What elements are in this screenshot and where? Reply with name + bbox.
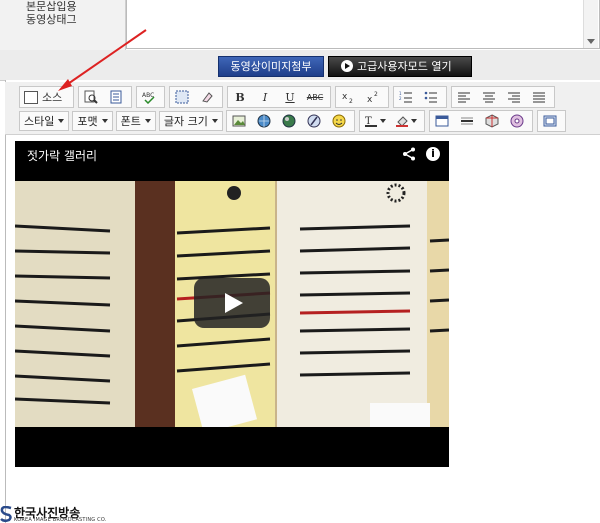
style-dropdown[interactable]: 스타일 (19, 111, 70, 131)
toolbar-group-align (451, 86, 555, 108)
text-color-icon[interactable]: T (361, 110, 389, 132)
toolbar-row-2: 스타일 포맷 폰트 글자 크기 T (19, 110, 570, 132)
background-color-icon[interactable] (392, 110, 420, 132)
chevron-down-icon (58, 119, 65, 123)
format-dropdown-label: 포맷 (77, 115, 98, 128)
smiley-icon[interactable] (328, 110, 350, 132)
textarea-scrollbar[interactable] (583, 0, 598, 48)
strikethrough-icon[interactable]: ABC (304, 86, 326, 108)
broadcaster-logo: 한국사진방송 KOREA IMAGE BROADCASTING CO. (0, 504, 120, 523)
toolbar-group-script: x2 x2 (335, 86, 389, 108)
info-icon[interactable]: i (426, 147, 440, 161)
subscript-icon[interactable]: x2 (337, 86, 359, 108)
bulleted-list-icon[interactable] (420, 86, 442, 108)
chevron-down-icon (144, 119, 151, 123)
font-dropdown-label: 폰트 (120, 115, 141, 128)
italic-icon[interactable]: I (254, 86, 276, 108)
globe-video-icon[interactable] (253, 110, 275, 132)
maximize-icon[interactable] (539, 110, 561, 132)
video-title: 젓가락 갤러리 (27, 149, 98, 163)
image-icon[interactable] (228, 110, 250, 132)
advanced-mode-button[interactable]: 고급사용자모드 열기 (328, 56, 472, 77)
bold-icon[interactable]: B (229, 86, 251, 108)
logo-s-icon (0, 506, 12, 522)
align-center-icon[interactable] (478, 86, 500, 108)
underline-icon[interactable]: U (279, 86, 301, 108)
svg-text:2: 2 (374, 91, 378, 98)
toolbar-group-maximize (536, 110, 566, 132)
embedded-video-player[interactable]: 젓가락 갤러리 i (15, 141, 449, 467)
toolbar-group-format (169, 86, 223, 108)
style-dropdown-label: 스타일 (24, 115, 55, 128)
field-label-line1: 본문삽입용 (26, 0, 77, 13)
chevron-down-icon (379, 119, 386, 123)
justify-icon[interactable] (528, 86, 550, 108)
toolbar-group-insert (225, 110, 355, 132)
table-icon[interactable] (431, 110, 453, 132)
font-size-dropdown[interactable]: 글자 크기 (158, 111, 223, 131)
scroll-down-icon[interactable] (587, 39, 595, 44)
chevron-down-icon (211, 119, 218, 123)
align-right-icon[interactable] (503, 86, 525, 108)
chevron-down-icon (410, 119, 417, 123)
red-annotation-arrow (58, 29, 147, 91)
play-button[interactable] (194, 278, 270, 328)
align-left-icon[interactable] (453, 86, 475, 108)
toolbar-group-basicstyles: B I U ABC (227, 86, 331, 108)
numbered-list-icon[interactable]: 12 (395, 86, 417, 108)
font-size-dropdown-label: 글자 크기 (163, 115, 208, 128)
svg-text:2: 2 (399, 96, 402, 101)
image-attach-button[interactable]: 동영상이미지첨부 (218, 56, 324, 77)
share-icon[interactable] (402, 147, 416, 161)
remove-format-icon[interactable] (196, 86, 218, 108)
select-all-icon[interactable] (171, 86, 193, 108)
play-circle-icon (341, 60, 353, 72)
cube-icon[interactable] (481, 110, 503, 132)
svg-text:x: x (367, 95, 373, 104)
logo-english-text: KOREA IMAGE BROADCASTING CO. (14, 517, 107, 523)
chevron-down-icon (101, 119, 108, 123)
svg-text:x: x (342, 92, 348, 102)
superscript-icon[interactable]: x2 (362, 86, 384, 108)
format-dropdown[interactable]: 포맷 (72, 111, 113, 131)
flash-icon[interactable] (303, 110, 325, 132)
source-doc-icon (24, 90, 38, 104)
globe-media-icon[interactable] (278, 110, 300, 132)
svg-text:2: 2 (349, 98, 353, 104)
horizontal-line-icon[interactable] (456, 110, 478, 132)
advanced-mode-label: 고급사용자모드 열기 (357, 60, 452, 73)
toolbar-group-table (428, 110, 533, 132)
toolbar-group-lists: 12 (393, 86, 447, 108)
toolbar-group-colors: T (358, 110, 425, 132)
video-tag-textarea[interactable] (126, 0, 600, 49)
field-label-line2: 동영상태그 (26, 13, 77, 26)
media-disc-icon[interactable] (506, 110, 528, 132)
font-dropdown[interactable]: 폰트 (115, 111, 156, 131)
